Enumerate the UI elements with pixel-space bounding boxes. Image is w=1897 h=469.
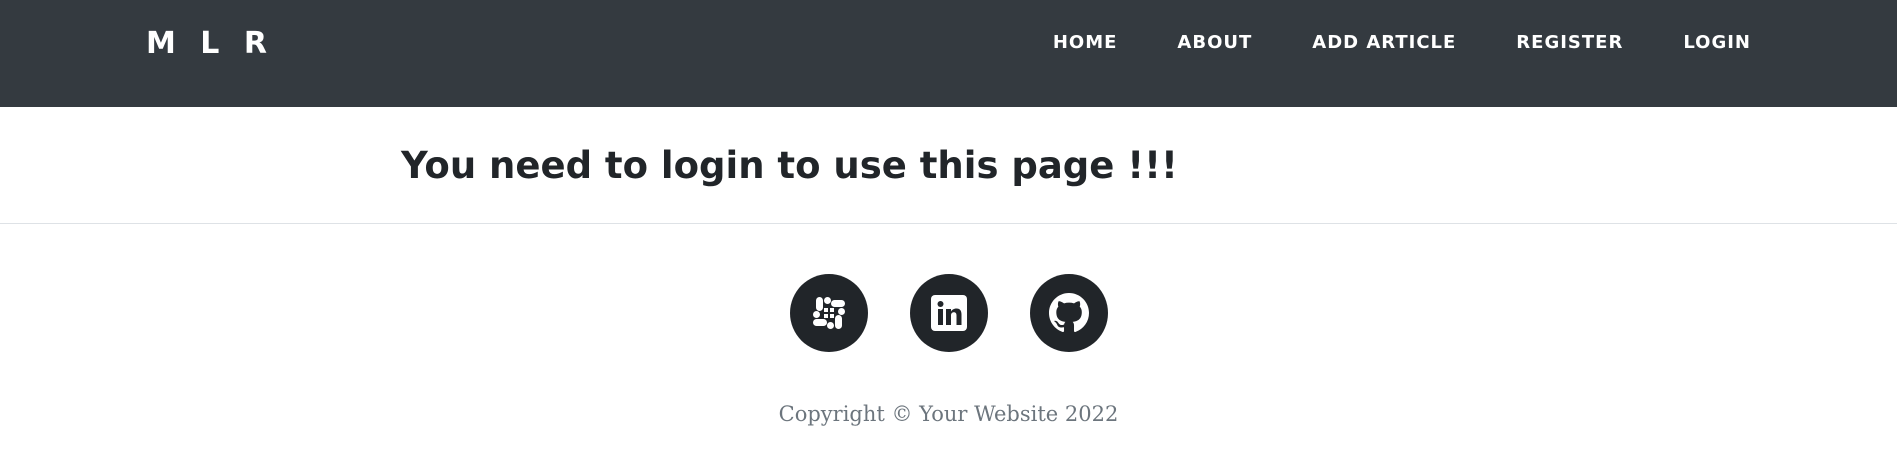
- nav-link-register[interactable]: REGISTER: [1486, 30, 1653, 56]
- slack-icon: [810, 294, 848, 332]
- github-button[interactable]: [1030, 274, 1108, 352]
- login-required-message: You need to login to use this page !!!: [401, 144, 1178, 187]
- copyright-text: Copyright © Your Website 2022: [778, 402, 1119, 426]
- social-links: [790, 274, 1108, 352]
- github-icon: [1049, 293, 1089, 333]
- linkedin-button[interactable]: [910, 274, 988, 352]
- nav-link-about[interactable]: ABOUT: [1147, 30, 1282, 56]
- navbar: M L R HOME ABOUT ADD ARTICLE REGISTER LO…: [0, 0, 1897, 107]
- nav-link-home[interactable]: HOME: [1023, 30, 1148, 56]
- nav-link-add-article[interactable]: ADD ARTICLE: [1282, 30, 1486, 56]
- slack-button[interactable]: [790, 274, 868, 352]
- linkedin-icon: [931, 295, 967, 331]
- brand-logo[interactable]: M L R: [146, 24, 274, 64]
- nav-links: HOME ABOUT ADD ARTICLE REGISTER LOGIN: [1023, 30, 1751, 56]
- page-header: You need to login to use this page !!!: [0, 107, 1897, 224]
- nav-link-login[interactable]: LOGIN: [1653, 30, 1751, 56]
